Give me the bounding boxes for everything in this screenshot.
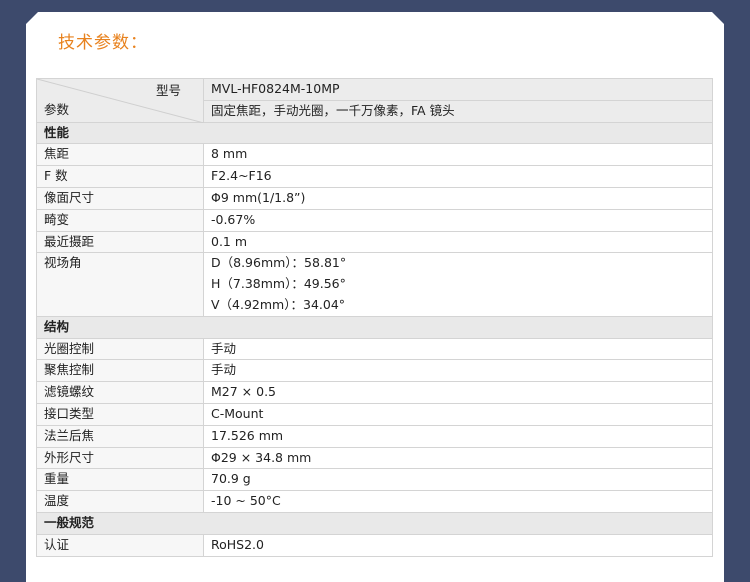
table-row: 温度 -10 ~ 50°C — [36, 490, 713, 513]
row-label: 像面尺寸 — [36, 186, 204, 210]
table-row: 接口类型 C-Mount — [36, 402, 713, 426]
row-label: 重量 — [36, 468, 204, 492]
table-row: 聚焦控制 手动 — [36, 359, 713, 383]
section-title: 性能 — [36, 121, 713, 145]
model-label: 型号 — [155, 83, 181, 98]
section-row: 一般规范 — [36, 511, 713, 535]
table-row: 法兰后焦 17.526 mm — [36, 424, 713, 448]
desc-value: 固定焦距，手动光圈，一千万像素，FA 镜头 — [203, 99, 713, 123]
table-row: 光圈控制 手动 — [36, 337, 713, 361]
table-row: 重量 70.9 g — [36, 468, 713, 492]
table-row: 滤镜螺纹 M27 × 0.5 — [36, 381, 713, 404]
row-label: 温度 — [36, 490, 204, 513]
table-row: 认证 RoHS2.0 — [36, 533, 713, 557]
row-value: 手动 — [203, 359, 713, 383]
row-label: 外形尺寸 — [36, 446, 204, 470]
row-value: 70.9 g — [203, 468, 713, 492]
table-row: 焦距 8 mm — [36, 143, 713, 167]
page-title: 技术参数： — [58, 33, 148, 53]
row-label: 最近摄距 — [36, 230, 204, 254]
row-label: F 数 — [36, 165, 204, 188]
row-value: C-Mount — [203, 402, 713, 426]
row-label: 聚焦控制 — [36, 359, 204, 383]
section-title: 结构 — [36, 315, 713, 339]
row-label: 法兰后焦 — [36, 424, 204, 448]
table-row: F 数 F2.4~F16 — [36, 165, 713, 188]
row-value: RoHS2.0 — [203, 533, 713, 557]
fov-h: H（7.38mm）：49.56° — [211, 276, 346, 292]
row-value: 17.526 mm — [203, 424, 713, 448]
table-row: 外形尺寸 Φ29 × 34.8 mm — [36, 446, 713, 470]
row-value: Φ9 mm(1/1.8”) — [203, 186, 713, 210]
table-header-row: 型号 参数 MVL-HF0824M-10MP — [36, 78, 713, 123]
param-label: 参数 — [44, 101, 70, 117]
section-row: 性能 — [36, 121, 713, 145]
row-label: 滤镜螺纹 — [36, 381, 204, 404]
table-row: 畸变 -0.67% — [36, 208, 713, 232]
row-label: 视场角 — [36, 252, 204, 317]
row-value: -10 ~ 50°C — [203, 490, 713, 513]
row-label: 焦距 — [36, 143, 204, 167]
fov-values: D（8.96mm）：58.81° H（7.38mm）：49.56° V（4.92… — [203, 252, 713, 317]
row-value: 0.1 m — [203, 230, 713, 254]
table-row: 像面尺寸 Φ9 mm(1/1.8”) — [36, 186, 713, 210]
row-value: F2.4~F16 — [203, 165, 713, 188]
section-row: 结构 — [36, 315, 713, 339]
row-value: Φ29 × 34.8 mm — [203, 446, 713, 470]
model-value: MVL-HF0824M-10MP — [203, 78, 713, 101]
section-title: 一般规范 — [36, 511, 713, 535]
row-value: 8 mm — [203, 143, 713, 167]
table-row: 最近摄距 0.1 m — [36, 230, 713, 254]
row-label: 接口类型 — [36, 402, 204, 426]
table-row: 视场角 D（8.96mm）：58.81° H（7.38mm）：49.56° V（… — [36, 252, 713, 317]
spec-table: 型号 参数 MVL-HF0824M-10MP 固定焦距，手动光圈，一千万像素，F… — [36, 78, 713, 557]
row-value: M27 × 0.5 — [203, 381, 713, 404]
row-value: 手动 — [203, 337, 713, 361]
fov-v: V（4.92mm）：34.04° — [211, 296, 346, 312]
header-diagonal-cell: 型号 参数 — [36, 78, 204, 123]
row-value: -0.67% — [203, 208, 713, 232]
row-label: 光圈控制 — [36, 337, 204, 361]
fov-d: D（8.96mm）：58.81° — [211, 255, 347, 271]
row-label: 认证 — [36, 533, 204, 557]
row-label: 畸变 — [36, 208, 204, 232]
